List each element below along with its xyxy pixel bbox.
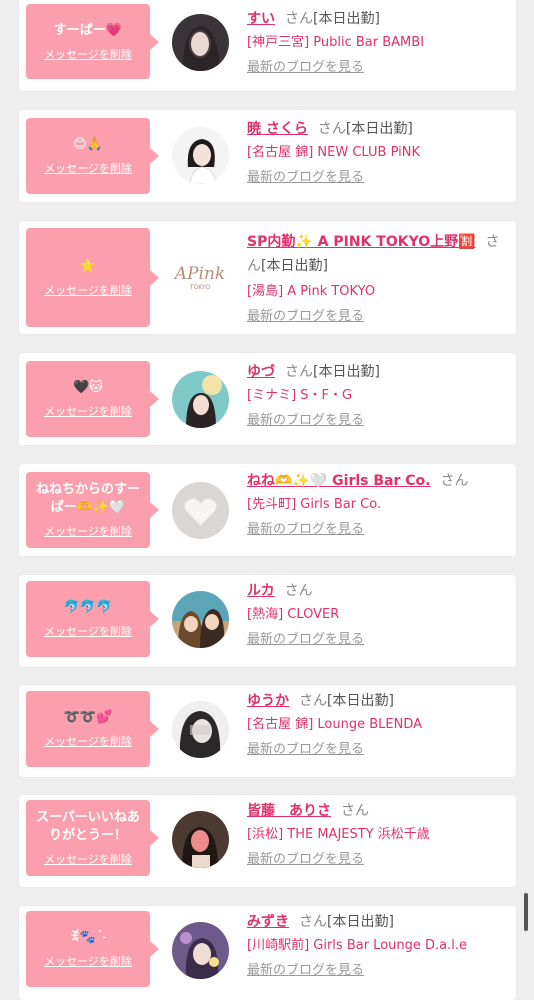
name-line: ゆうか さん[本日出勤] (247, 691, 508, 711)
message-text: ⭐ (79, 258, 97, 274)
avatar[interactable] (172, 482, 229, 539)
delete-message-link[interactable]: メッセージを削除 (44, 523, 132, 539)
blog-link[interactable]: 最新のブログを見る (247, 521, 364, 539)
apink-logo[interactable]: APink TOKYO (172, 249, 229, 306)
name-line: ルカ さん (247, 581, 508, 601)
delete-message-link[interactable]: メッセージを削除 (44, 403, 132, 419)
honorific: さん (341, 803, 369, 819)
avatar[interactable] (172, 127, 229, 184)
message-text: 🐬🐬🐬 (63, 600, 113, 615)
today-status: [本日出勤] (313, 11, 380, 27)
cast-name-link[interactable]: SP内勤✨ A PINK TOKYO上野🈹 (247, 234, 476, 250)
delete-message-link[interactable]: メッセージを削除 (44, 623, 132, 639)
message-text: ꉂ🐾ˊ˗ (69, 930, 107, 945)
avatar[interactable] (172, 811, 229, 868)
message-text: 🖤🐱 (73, 380, 103, 395)
list-item: 😊🙏 メッセージを削除 暁 さくら さん[本日出勤] [名古屋 錦] NEW CL… (19, 110, 516, 202)
message-bubble: 😊🙏 メッセージを削除 (26, 118, 159, 194)
message-text: スーパーいいねありがとうー！ (36, 810, 140, 843)
message-bubble: スーパーいいねありがとうー！ メッセージを削除 (26, 800, 159, 876)
blog-link[interactable]: 最新のブログを見る (247, 741, 364, 759)
delete-message-link[interactable]: メッセージを削除 (44, 46, 132, 62)
shop-name: [神戸三宮] Public Bar BAMBI (247, 35, 425, 50)
blog-link[interactable]: 最新のブログを見る (247, 59, 364, 77)
honorific: さん (317, 121, 346, 137)
today-status: [本日出勤] (345, 121, 413, 137)
honorific: さん (285, 11, 313, 27)
blog-link[interactable]: 最新のブログを見る (247, 851, 364, 869)
logo-subtext: TOKYO (189, 284, 210, 291)
cast-name-link[interactable]: みずき (247, 914, 289, 930)
name-line: SP内勤✨ A PINK TOKYO上野🈹 さん[本日出勤] (247, 230, 508, 278)
avatar[interactable] (172, 14, 229, 71)
list-item: ねねちからのすーぱー🫶✨🤍 メッセージを削除 ねね🫶✨🤍 Girls Bar C… (19, 464, 516, 556)
delete-message-link[interactable]: メッセージを削除 (44, 733, 132, 749)
message-bubble: 🐬🐬🐬 メッセージを削除 (26, 581, 159, 657)
name-line: ねね🫶✨🤍 Girls Bar Co. さん (247, 471, 508, 491)
avatar[interactable] (172, 371, 229, 428)
message-text: ➰➰💕 (63, 710, 113, 725)
cast-name-link[interactable]: ゆうか (247, 693, 289, 709)
cast-name-link[interactable]: ゆづ (247, 364, 275, 380)
logo-text: APink (173, 264, 225, 284)
cast-name-link[interactable]: すい (247, 11, 275, 27)
honorific: さん (440, 473, 469, 489)
today-status: [本日出勤] (327, 693, 394, 709)
name-line: 暁 さくら さん[本日出勤] (247, 119, 508, 139)
message-bubble: 🖤🐱 メッセージを削除 (26, 361, 159, 437)
shop-name: [川崎駅前] Girls Bar Lounge D.a.l.e (247, 938, 467, 953)
avatar[interactable] (172, 701, 229, 758)
shop-name: [浜松] THE MAJESTY 浜松千歳 (247, 827, 430, 842)
list-item: ꉂ🐾ˊ˗ メッセージを削除 みずき さん[本日出勤] [川崎駅前] Girls B… (19, 906, 516, 1000)
today-status: [本日出勤] (313, 364, 380, 380)
list-item: すーぱー💗 メッセージを削除 すい さん[本日出勤] [神戸三宮] Public … (19, 0, 516, 91)
shop-name: [ミナミ] S・F・G (247, 388, 353, 403)
delete-message-link[interactable]: メッセージを削除 (44, 160, 132, 176)
message-bubble: ⭐ メッセージを削除 (26, 228, 159, 327)
shop-name: [先斗町] Girls Bar Co. (247, 497, 382, 512)
blog-link[interactable]: 最新のブログを見る (247, 631, 364, 649)
name-line: すい さん[本日出勤] (247, 9, 508, 29)
blog-link[interactable]: 最新のブログを見る (247, 412, 364, 430)
cast-name-link[interactable]: ねね🫶✨🤍 Girls Bar Co. (247, 473, 430, 489)
message-text: 😊🙏 (73, 137, 103, 152)
list-item: 🐬🐬🐬 メッセージを削除 ルカ さん [熱海] CLOVER 最新のブログを見る (19, 575, 516, 667)
blog-link[interactable]: 最新のブログを見る (247, 308, 364, 326)
shop-name: [湯島] A Pink TOKYO (247, 284, 376, 299)
avatar[interactable] (172, 922, 229, 979)
honorific: さん (284, 583, 313, 599)
shop-name: [名古屋 錦] NEW CLUB PiNK (247, 145, 420, 160)
name-line: ゆづ さん[本日出勤] (247, 362, 508, 382)
shop-name: [熱海] CLOVER (247, 607, 340, 622)
honorific: さん (285, 364, 313, 380)
list-item: ⭐ メッセージを削除 APink TOKYO SP内勤✨ A PINK TOKY… (19, 221, 516, 334)
name-line: 皆藤 ありさ さん (247, 801, 508, 821)
today-status: [本日出勤] (261, 258, 328, 274)
cast-name-link[interactable]: 暁 さくら (247, 121, 308, 137)
list-item: スーパーいいねありがとうー！ メッセージを削除 皆藤 ありさ さん [浜松] TH… (19, 795, 516, 887)
name-line: みずき さん[本日出勤] (247, 912, 508, 932)
message-bubble: ねねちからのすーぱー🫶✨🤍 メッセージを削除 (26, 472, 159, 548)
message-text: ねねちからのすーぱー🫶✨🤍 (35, 482, 140, 515)
honorific: さん (299, 693, 327, 709)
message-bubble: ➰➰💕 メッセージを削除 (26, 691, 159, 767)
blog-link[interactable]: 最新のブログを見る (247, 169, 364, 187)
blog-link[interactable]: 最新のブログを見る (247, 962, 364, 980)
cast-name-link[interactable]: ルカ (247, 583, 275, 599)
delete-message-link[interactable]: メッセージを削除 (44, 851, 132, 867)
delete-message-link[interactable]: メッセージを削除 (44, 953, 132, 969)
today-status: [本日出勤] (327, 914, 394, 930)
list-item: ➰➰💕 メッセージを削除 ゆうか さん[本日出勤] [名古屋 錦] Lounge … (19, 685, 516, 777)
cast-name-link[interactable]: 皆藤 ありさ (247, 803, 331, 819)
list-item: 🖤🐱 メッセージを削除 ゆづ さん[本日出勤] [ミナミ] S・F・G 最新のブロ… (19, 353, 516, 445)
avatar[interactable] (172, 591, 229, 648)
message-text: すーぱー💗 (53, 22, 123, 38)
delete-message-link[interactable]: メッセージを削除 (44, 282, 132, 298)
shop-name: [名古屋 錦] Lounge BLENDA (247, 717, 423, 732)
message-bubble: すーぱー💗 メッセージを削除 (26, 4, 159, 79)
scrollbar[interactable] (524, 893, 528, 931)
message-bubble: ꉂ🐾ˊ˗ メッセージを削除 (26, 911, 159, 987)
honorific: さん (299, 914, 327, 930)
